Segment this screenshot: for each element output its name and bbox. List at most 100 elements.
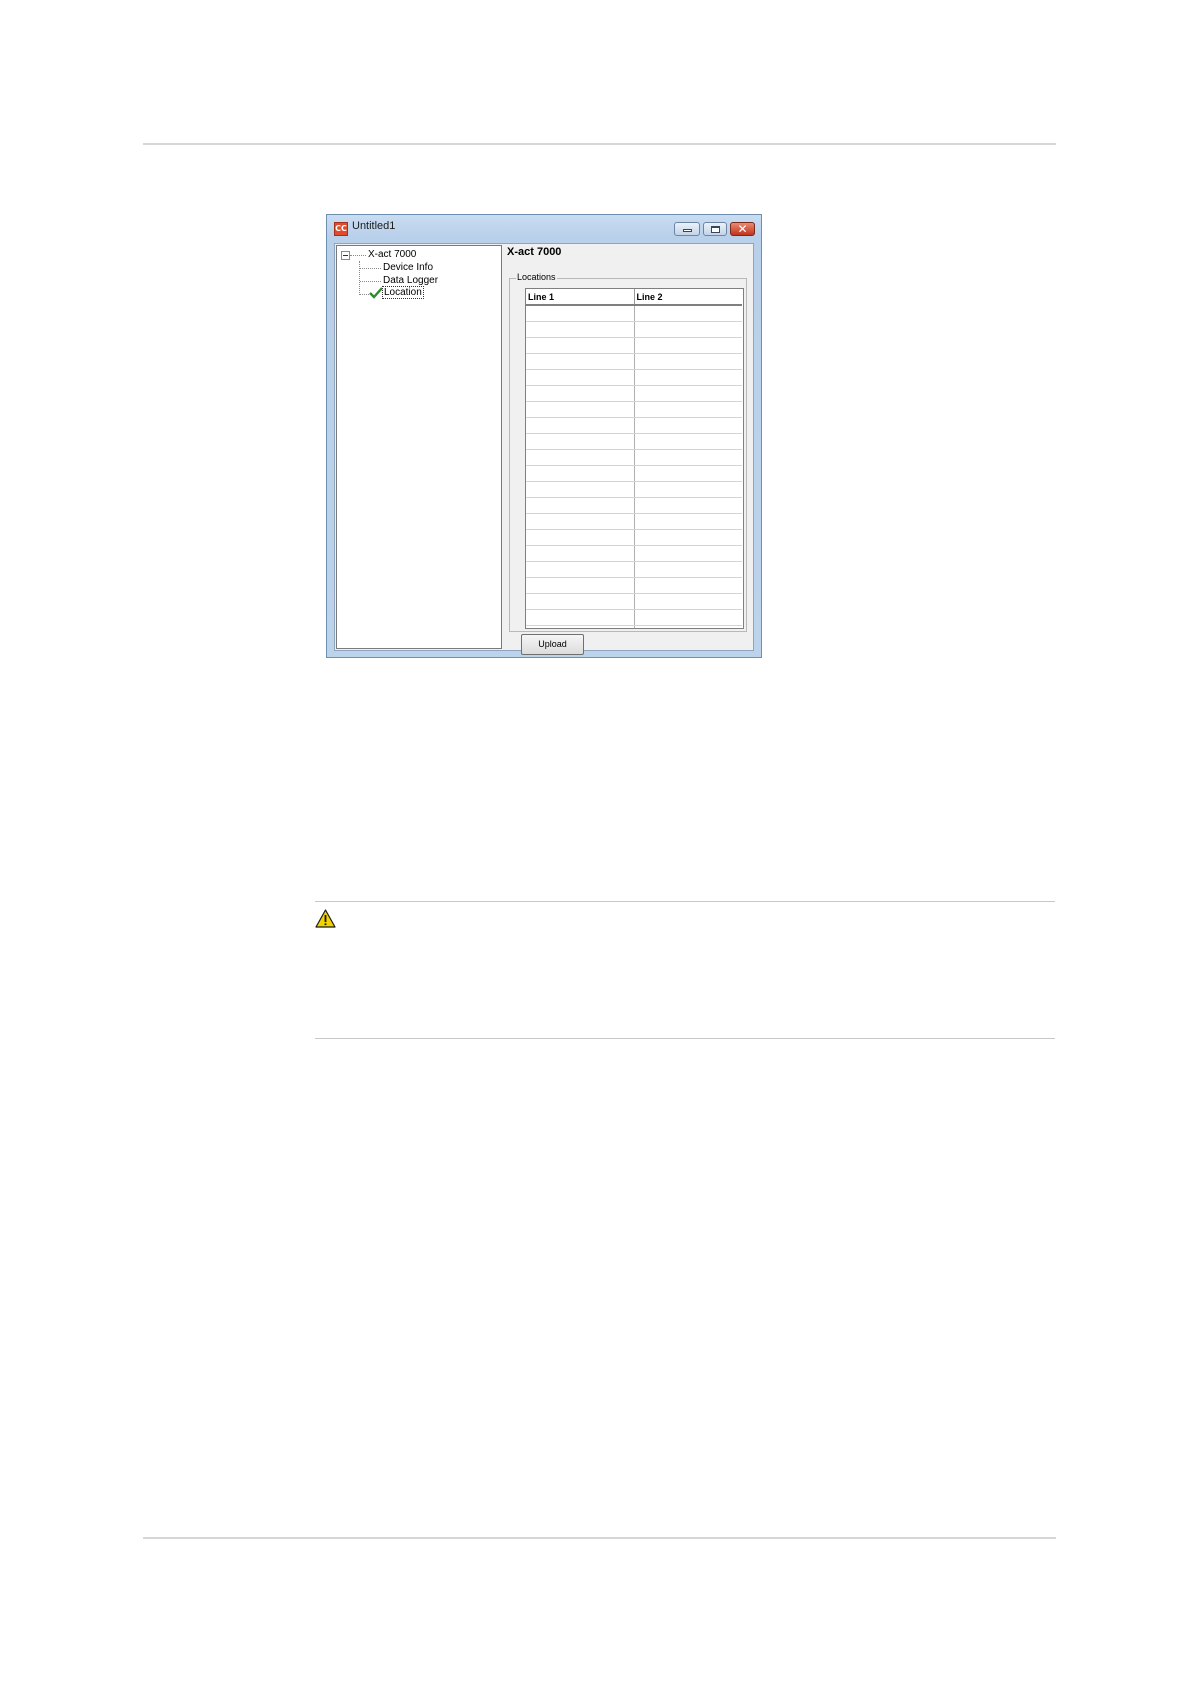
grid-cell-line-1[interactable] [526, 625, 635, 628]
grid-row[interactable] [526, 561, 742, 578]
grid-cell-line-1[interactable] [526, 577, 635, 594]
details-pane: X-act 7000 Locations Line 1 Line 2 Uploa… [505, 244, 753, 655]
close-button[interactable]: ✕ [730, 222, 755, 236]
tree-connector [360, 268, 381, 269]
tree-connector [360, 294, 369, 295]
grid-row[interactable] [526, 529, 742, 546]
grid-row[interactable] [526, 417, 742, 434]
grid-cell-line-1[interactable] [526, 497, 635, 514]
window-title: Untitled1 [352, 220, 396, 232]
grid-row[interactable] [526, 497, 742, 514]
grid-cell-line-2[interactable] [634, 369, 742, 386]
grid-row[interactable] [526, 545, 742, 562]
grid-cell-line-1[interactable] [526, 305, 635, 322]
device-tree[interactable]: X-act 7000 Device Info Data Logger Locat… [336, 245, 502, 649]
grid-cell-line-1[interactable] [526, 369, 635, 386]
tree-item-data-logger[interactable]: Data Logger [383, 275, 438, 286]
grid-row[interactable] [526, 401, 742, 418]
upload-button[interactable]: Upload [521, 634, 584, 655]
grid-row[interactable] [526, 609, 742, 626]
grid-cell-line-1[interactable] [526, 321, 635, 338]
grid-cell-line-2[interactable] [634, 609, 742, 626]
grid-cell-line-1[interactable] [526, 449, 635, 466]
grid-row[interactable] [526, 513, 742, 530]
grid-row[interactable] [526, 481, 742, 498]
collapse-icon[interactable] [341, 251, 350, 260]
grid-cell-line-1[interactable] [526, 513, 635, 530]
minimize-icon [683, 229, 692, 232]
column-header-line-1[interactable]: Line 1 [526, 289, 635, 306]
grid-cell-line-2[interactable] [634, 545, 742, 562]
grid-row[interactable] [526, 353, 742, 370]
grid-cell-line-1[interactable] [526, 337, 635, 354]
app-window: CC Untitled1 ✕ X-act 7000 Device Info Da… [326, 214, 762, 658]
grid-cell-line-2[interactable] [634, 577, 742, 594]
grid-cell-line-2[interactable] [634, 401, 742, 418]
grid-cell-line-1[interactable] [526, 353, 635, 370]
grid-row[interactable] [526, 305, 742, 322]
grid-cell-line-2[interactable] [634, 561, 742, 578]
grid-cell-line-1[interactable] [526, 417, 635, 434]
maximize-icon [711, 226, 720, 233]
grid-cell-line-2[interactable] [634, 417, 742, 434]
grid-row[interactable] [526, 433, 742, 450]
grid-row[interactable] [526, 337, 742, 354]
tree-connector [350, 255, 366, 256]
grid-cell-line-2[interactable] [634, 593, 742, 610]
grid-cell-line-2[interactable] [634, 481, 742, 498]
grid-cell-line-2[interactable] [634, 449, 742, 466]
client-area: X-act 7000 Device Info Data Logger Locat… [334, 243, 754, 655]
grid-cell-line-2[interactable] [634, 497, 742, 514]
tree-item-location[interactable]: Location [382, 286, 424, 299]
grid-cell-line-1[interactable] [526, 593, 635, 610]
note-bottom-rule [315, 1038, 1055, 1039]
grid-cell-line-1[interactable] [526, 481, 635, 498]
maximize-button[interactable] [703, 222, 727, 236]
grid-cell-line-1[interactable] [526, 433, 635, 450]
tree-connector [360, 281, 381, 282]
grid-cell-line-2[interactable] [634, 625, 742, 628]
grid-cell-line-2[interactable] [634, 385, 742, 402]
grid-row[interactable] [526, 593, 742, 610]
locations-group: Locations Line 1 Line 2 [509, 272, 747, 632]
grid-cell-line-2[interactable] [634, 513, 742, 530]
grid-cell-line-1[interactable] [526, 561, 635, 578]
grid-cell-line-1[interactable] [526, 545, 635, 562]
tree-connector [359, 261, 360, 295]
grid-cell-line-2[interactable] [634, 305, 742, 322]
grid-cell-line-1[interactable] [526, 401, 635, 418]
device-title: X-act 7000 [507, 246, 562, 258]
footer-rule [143, 1537, 1056, 1539]
grid-cell-line-1[interactable] [526, 529, 635, 546]
grid-row[interactable] [526, 625, 742, 628]
check-icon [369, 287, 383, 299]
tree-item-device-info[interactable]: Device Info [383, 262, 433, 273]
grid-cell-line-1[interactable] [526, 609, 635, 626]
warning-icon [315, 909, 336, 928]
column-header-line-2[interactable]: Line 2 [634, 289, 742, 306]
title-bar[interactable]: CC Untitled1 ✕ [327, 215, 761, 241]
minimize-button[interactable] [674, 222, 700, 236]
grid-row[interactable] [526, 321, 742, 338]
grid-cell-line-2[interactable] [634, 337, 742, 354]
grid-cell-line-2[interactable] [634, 433, 742, 450]
grid-row[interactable] [526, 369, 742, 386]
locations-grid[interactable]: Line 1 Line 2 [525, 288, 744, 629]
grid-row[interactable] [526, 385, 742, 402]
grid-cell-line-1[interactable] [526, 385, 635, 402]
grid-cell-line-2[interactable] [634, 529, 742, 546]
grid-cell-line-2[interactable] [634, 321, 742, 338]
group-label: Locations [516, 272, 557, 282]
grid-cell-line-2[interactable] [634, 353, 742, 370]
app-icon: CC [334, 222, 348, 236]
grid-cell-line-1[interactable] [526, 465, 635, 482]
note-top-rule [315, 901, 1055, 902]
grid-row[interactable] [526, 449, 742, 466]
header-rule [143, 143, 1056, 145]
grid-header-row: Line 1 Line 2 [526, 289, 742, 306]
grid-row[interactable] [526, 465, 742, 482]
tree-item-x-act-7000[interactable]: X-act 7000 [368, 249, 416, 260]
grid-row[interactable] [526, 577, 742, 594]
grid-cell-line-2[interactable] [634, 465, 742, 482]
close-icon: ✕ [737, 222, 748, 236]
